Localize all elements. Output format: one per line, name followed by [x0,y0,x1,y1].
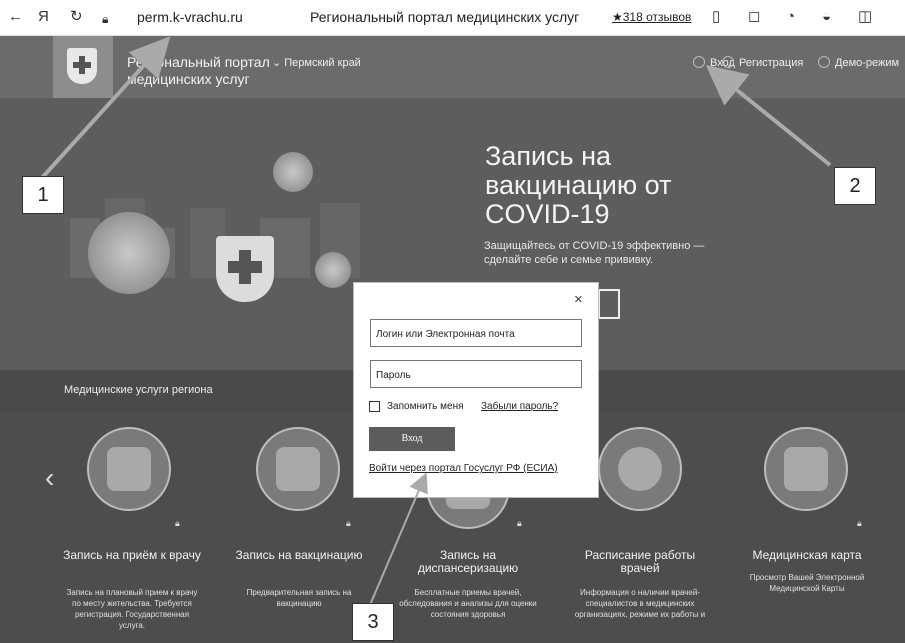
annotation-label: 1 [22,176,64,214]
annotation-arrow-1 [38,36,171,182]
annotation-arrows [38,36,832,606]
annotation-arrow-3 [369,472,428,606]
annotation-label: 2 [834,167,876,205]
screenshot-root: ← Я ↻ 🔒︎ perm.k-vrachu.ru Региональный п… [0,0,905,643]
annotation-label: 3 [352,603,394,641]
annotation-arrow-2 [705,64,832,167]
